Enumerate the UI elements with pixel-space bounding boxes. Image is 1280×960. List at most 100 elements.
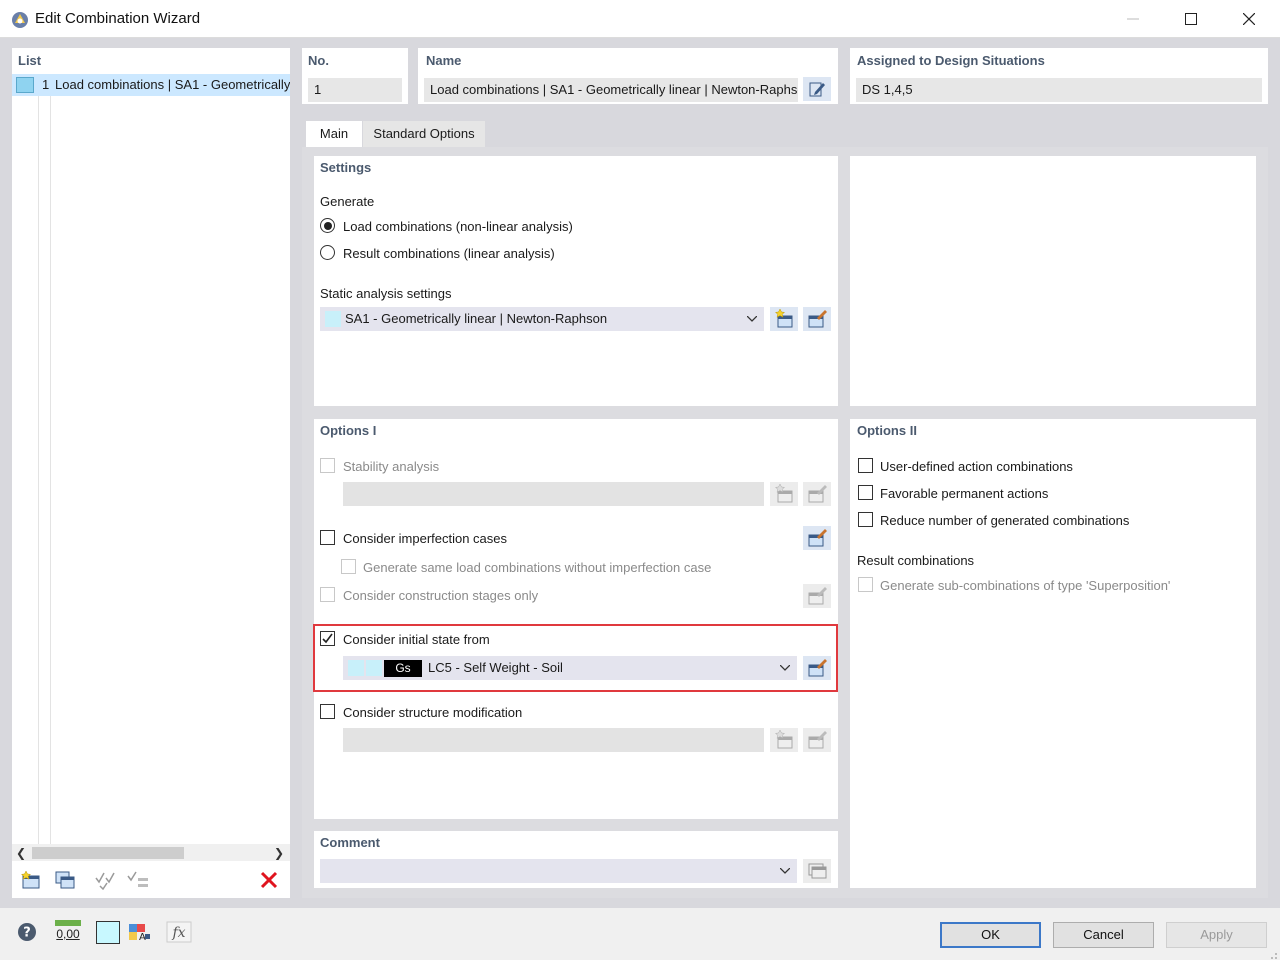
favorable-checkbox[interactable] <box>858 485 873 500</box>
new-item-button[interactable] <box>16 867 46 893</box>
maximize-button[interactable] <box>1162 0 1220 38</box>
help-icon: ? <box>18 923 36 941</box>
new-stability-button[interactable] <box>770 482 798 506</box>
options-two-panel: Options II User-defined action combinati… <box>850 419 1256 888</box>
resize-grip-icon[interactable] <box>1266 948 1278 960</box>
copy-icon <box>55 871 75 889</box>
options-two-title: Options II <box>857 423 917 438</box>
list-item-label: Load combinations | SA1 - Geometrically … <box>55 77 290 92</box>
structure-modification-checkbox[interactable] <box>320 704 335 719</box>
list-item[interactable]: 1 Load combinations | SA1 - Geometricall… <box>12 74 290 96</box>
minimize-button[interactable] <box>1104 0 1162 38</box>
comment-panel: Comment <box>314 831 838 888</box>
new-item-icon <box>20 870 40 889</box>
close-icon <box>1243 13 1255 25</box>
radio-load-label: Load combinations (non-linear analysis) <box>343 219 573 234</box>
check-all-button[interactable] <box>92 867 122 893</box>
edit-imperfection-button[interactable] <box>803 526 831 550</box>
stability-checkbox[interactable] <box>320 458 335 473</box>
reduce-label: Reduce number of generated combinations <box>880 513 1130 528</box>
edit-structure-modification-button[interactable] <box>803 728 831 752</box>
edit-stability-button[interactable] <box>803 482 831 506</box>
edit-icon <box>809 82 825 97</box>
uncheck-button[interactable] <box>124 867 154 893</box>
apply-button[interactable]: Apply <box>1166 922 1267 948</box>
same-combinations-checkbox[interactable] <box>341 559 356 574</box>
delete-icon <box>260 871 278 889</box>
initial-state-label: Consider initial state from <box>343 632 490 647</box>
formula-button[interactable]: fx <box>164 919 194 945</box>
design-situations-field[interactable]: DS 1,4,5 <box>856 78 1262 102</box>
name-field[interactable]: Load combinations | SA1 - Geometrically … <box>424 78 798 102</box>
user-defined-checkbox[interactable] <box>858 458 873 473</box>
chevron-down-icon <box>779 656 791 680</box>
imperfection-label: Consider imperfection cases <box>343 531 508 546</box>
edit-initial-state-button[interactable] <box>803 656 831 680</box>
color-swatch-button[interactable] <box>96 921 120 944</box>
generate-label: Generate <box>320 194 375 209</box>
new-structure-modification-button[interactable] <box>770 728 798 752</box>
scroll-right-icon[interactable]: ❯ <box>274 846 284 860</box>
help-button[interactable]: ? <box>12 919 42 945</box>
scrollbar-thumb[interactable] <box>32 847 184 859</box>
static-analysis-value: SA1 - Geometrically linear | Newton-Raph… <box>345 311 608 326</box>
sub-combinations-label: Generate sub-combinations of type 'Super… <box>880 578 1171 593</box>
edit-item-icon <box>808 587 827 605</box>
edit-construction-button[interactable] <box>803 584 831 608</box>
tab-standard-options[interactable]: Standard Options <box>363 121 485 147</box>
scroll-left-icon[interactable]: ❮ <box>16 846 26 860</box>
structure-modification-field[interactable] <box>343 728 764 752</box>
load-case-badge: Gs <box>384 660 422 677</box>
stability-field[interactable] <box>343 482 764 506</box>
close-button[interactable] <box>1220 0 1278 38</box>
delete-button[interactable] <box>254 867 284 893</box>
initial-state-value: LC5 - Self Weight - Soil <box>428 660 563 675</box>
comment-select[interactable] <box>320 859 797 883</box>
construction-stages-label: Consider construction stages only <box>343 588 539 603</box>
number-field[interactable]: 1 <box>308 78 402 102</box>
radio-load-combinations[interactable] <box>320 218 335 233</box>
cancel-button[interactable]: Cancel <box>1053 922 1154 948</box>
settings-panel: Settings Generate Load combinations (non… <box>314 156 838 406</box>
tree-guide-line <box>50 96 51 844</box>
color-swatch <box>325 311 341 327</box>
formula-icon: fx <box>166 921 192 943</box>
horizontal-scrollbar[interactable]: ❮ ❯ <box>12 844 290 861</box>
units-button[interactable]: 0,00 <box>52 919 84 945</box>
window-title: Edit Combination Wizard <box>35 10 201 27</box>
number-label: No. <box>308 53 329 68</box>
radio-selected-dot <box>323 221 332 230</box>
name-label: Name <box>426 53 462 68</box>
sub-combinations-checkbox[interactable] <box>858 577 873 592</box>
copy-item-button[interactable] <box>50 867 80 893</box>
list-panel: List 1 Load combinations | SA1 - Geometr… <box>12 48 290 898</box>
user-defined-label: User-defined action combinations <box>880 459 1073 474</box>
imperfection-checkbox[interactable] <box>320 530 335 545</box>
new-item-icon <box>774 309 793 328</box>
tab-main[interactable]: Main <box>306 121 362 147</box>
initial-state-select[interactable]: Gs LC5 - Self Weight - Soil <box>343 656 797 680</box>
new-static-analysis-button[interactable] <box>770 307 798 331</box>
color-swatch <box>348 660 364 676</box>
minimize-icon <box>1127 18 1139 20</box>
ok-button[interactable]: OK <box>940 922 1041 948</box>
uncheck-icon <box>127 871 148 887</box>
construction-stages-checkbox[interactable] <box>320 587 335 602</box>
edit-static-analysis-button[interactable] <box>803 307 831 331</box>
chevron-down-icon <box>779 859 791 883</box>
radio-result-label: Result combinations (linear analysis) <box>343 246 555 261</box>
name-panel: Name Load combinations | SA1 - Geometric… <box>418 48 838 104</box>
color-swatch <box>366 660 382 676</box>
edit-item-icon <box>808 731 827 749</box>
static-analysis-select[interactable]: SA1 - Geometrically linear | Newton-Raph… <box>320 307 764 331</box>
new-item-icon <box>774 484 793 503</box>
comment-library-button[interactable] <box>803 859 831 883</box>
options-one-title: Options I <box>320 423 377 438</box>
initial-state-checkbox[interactable] <box>320 631 335 646</box>
display-properties-icon: A <box>129 924 150 943</box>
number-panel: No. 1 <box>302 48 408 104</box>
radio-result-combinations[interactable] <box>320 245 335 260</box>
edit-name-button[interactable] <box>803 77 831 101</box>
display-properties-button[interactable]: A <box>124 919 154 945</box>
reduce-checkbox[interactable] <box>858 512 873 527</box>
